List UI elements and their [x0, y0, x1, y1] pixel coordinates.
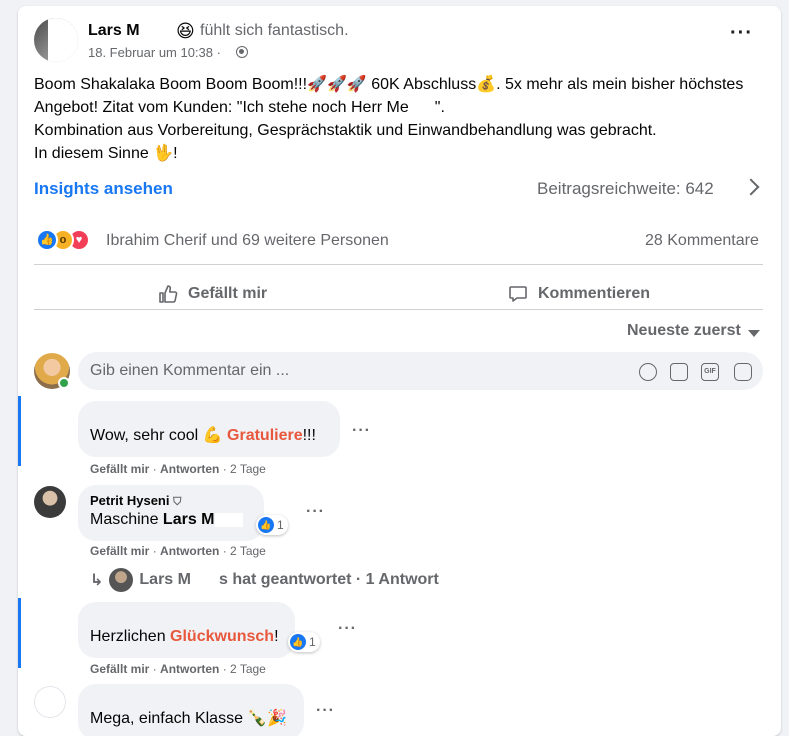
online-status-dot	[58, 377, 70, 389]
hashtag-highlight[interactable]: Glückwunsch	[170, 628, 274, 645]
comment-options-button[interactable]: ···	[316, 702, 335, 720]
post-text-line: Angebot! Zitat vom Kunden: "Ich stehe no…	[34, 99, 445, 116]
comment-time[interactable]: 2 Tage	[230, 462, 266, 476]
comment-options-button[interactable]: ···	[352, 422, 371, 440]
comment-time[interactable]: 2 Tage	[230, 662, 266, 676]
comment-text: Wow, sehr cool 💪 Gratuliere!!!	[90, 427, 316, 444]
comment-options-button[interactable]: ···	[338, 620, 357, 638]
insights-link[interactable]: Insights ansehen	[34, 179, 173, 199]
chevron-right-icon[interactable]	[742, 178, 760, 196]
author-avatar[interactable]	[34, 18, 78, 62]
author-name[interactable]: Lars M	[88, 22, 140, 40]
redaction	[408, 99, 435, 116]
comment-text: Maschine Lars M	[90, 509, 252, 530]
post-card: Lars M 😆 fühlt sich fantastisch. 18. Feb…	[18, 6, 781, 736]
comment-button[interactable]: Kommentieren	[508, 276, 650, 312]
post-body: Boom Shakalaka Boom Boom Boom!!!🚀🚀🚀 60K …	[34, 73, 769, 165]
post-text-line: In diesem Sinne 🖖!	[34, 145, 178, 162]
thumbs-up-icon	[159, 285, 178, 303]
gif-icon[interactable]: GIF	[701, 363, 719, 381]
reply-arrow-icon: ↳	[90, 572, 104, 589]
thread-indicator	[18, 598, 21, 668]
comment-text: Mega, einfach Klasse 🍾🎉	[90, 710, 288, 727]
like-reaction-icon: 👍	[290, 634, 306, 650]
comment-input[interactable]: Gib einen Kommentar ein ...	[78, 352, 763, 390]
comment-bubble-icon	[509, 286, 527, 302]
hashtag-highlight[interactable]: Gratuliere	[227, 427, 303, 444]
comment-author[interactable]	[90, 409, 328, 425]
comment-text: Herzlichen Glückwunsch!	[90, 628, 279, 645]
comment-reply-link[interactable]: Antworten	[160, 662, 219, 676]
emoji-icon[interactable]	[639, 363, 657, 381]
comment-time[interactable]: 2 Tage	[230, 544, 266, 558]
comment-reaction-count[interactable]: 👍 1	[256, 515, 288, 535]
commenter-avatar[interactable]	[34, 686, 66, 718]
reaction-icons[interactable]: 👍 o ♥	[36, 229, 102, 251]
divider	[34, 309, 763, 310]
post-text-line: Boom Shakalaka Boom Boom Boom!!!🚀🚀🚀 60K …	[34, 76, 744, 93]
comment-bubble: Wow, sehr cool 💪 Gratuliere!!!	[78, 401, 340, 457]
sticker-icon[interactable]	[734, 363, 752, 381]
audience-globe-icon[interactable]	[236, 46, 248, 58]
comment-meta: Gefällt mir · Antworten · 2 Tage	[90, 462, 266, 476]
comment-like-link[interactable]: Gefällt mir	[90, 662, 149, 676]
comment-reply-link[interactable]: Antworten	[160, 462, 219, 476]
comment-author[interactable]: Petrit Hyseni ⛉	[90, 493, 252, 509]
post-options-button[interactable]: ···	[730, 23, 753, 43]
post-reach[interactable]: Beitragsreichweite: 642	[537, 179, 714, 199]
like-reaction-icon: 👍	[258, 517, 274, 533]
mention-link[interactable]: Lars M	[163, 511, 215, 528]
badge-icon: ⛉	[173, 496, 182, 508]
comment-author[interactable]	[90, 692, 292, 708]
reactors-summary[interactable]: Ibrahim Cherif und 69 weitere Personen	[106, 232, 389, 250]
post-text-line: Kombination aus Vorbereitung, Gesprächst…	[34, 122, 657, 139]
feeling-emoji-icon: 😆	[176, 21, 195, 41]
comment-bubble: Petrit Hyseni ⛉ Maschine Lars M	[78, 485, 264, 541]
commenter-avatar[interactable]	[34, 486, 66, 518]
comment-bubble: Mega, einfach Klasse 🍾🎉	[78, 684, 304, 736]
comment-bubble: Herzlichen Glückwunsch!	[78, 602, 295, 658]
comment-like-link[interactable]: Gefällt mir	[90, 544, 149, 558]
reply-author-avatar	[109, 568, 134, 592]
comment-like-link[interactable]: Gefällt mir	[90, 462, 149, 476]
comment-sort-dropdown[interactable]: Neueste zuerst	[627, 322, 741, 340]
like-reaction-icon: 👍	[36, 229, 58, 251]
camera-icon[interactable]	[670, 363, 688, 381]
comment-options-button[interactable]: ···	[306, 503, 325, 521]
comment-meta: Gefällt mir · Antworten · 2 Tage	[90, 544, 266, 558]
replies-summary[interactable]: ↳ Lars Ms hat geantwortet · 1 Antwort	[90, 568, 439, 592]
caret-down-icon[interactable]	[748, 330, 760, 337]
comment-reply-link[interactable]: Antworten	[160, 544, 219, 558]
comment-button-label: Kommentieren	[538, 285, 651, 302]
comment-meta: Gefällt mir · Antworten · 2 Tage	[90, 662, 266, 676]
comment-count[interactable]: 28 Kommentare	[645, 232, 759, 250]
like-button[interactable]: Gefällt mir	[158, 276, 267, 312]
redaction	[214, 512, 243, 527]
redaction	[192, 573, 217, 587]
like-button-label: Gefällt mir	[188, 285, 268, 302]
comment-reaction-count[interactable]: 👍 1	[288, 632, 320, 652]
divider	[34, 264, 763, 265]
post-timestamp[interactable]: 18. Februar um 10:38 ·	[88, 45, 221, 60]
feeling-text: fühlt sich fantastisch.	[200, 22, 349, 39]
thread-indicator	[18, 396, 21, 466]
comment-author[interactable]	[90, 610, 283, 626]
